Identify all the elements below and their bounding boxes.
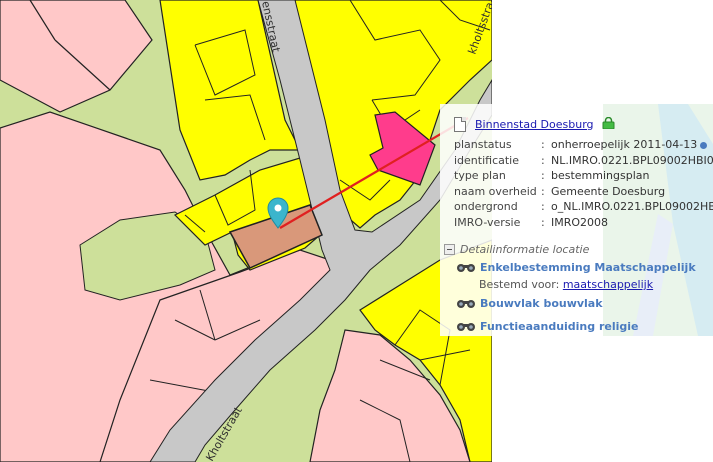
bestemd-voor-link[interactable]: maatschappelijk [563,278,653,291]
plan-title-link[interactable]: Binnenstad Doesburg [475,118,594,131]
collapse-icon[interactable] [444,244,455,255]
attr-ondergrond: ondergrond: o_NL.IMRO.0221.BPL09002HB [454,200,713,213]
binoculars-icon [457,300,475,308]
map-canvas[interactable]: ensstraat kholtsstraat Kholtstraat [0,0,492,462]
document-icon [454,116,466,132]
popup-title-row: Binnenstad Doesburg [454,116,615,132]
attr-identificatie: identificatie: NL.IMRO.0221.BPL09002HBI0- [454,153,713,167]
attr-naam-overheid: naam overheid: Gemeente Doesburg [454,184,666,198]
detail-item-enkelbestemming[interactable]: Enkelbestemming Maatschappelijk [456,261,696,274]
detail-item-bestemd-voor: Bestemd voor: maatschappelijk [479,278,654,291]
lock-icon [602,117,615,129]
info-icon[interactable] [700,141,708,149]
binoculars-icon [457,323,475,331]
binoculars-icon [457,264,475,272]
attr-imro-versie: IMRO-versie: IMRO2008 [454,215,609,229]
attr-planstatus: planstatus: onherroepelijk 2011-04-13 [454,137,713,153]
attr-type-plan: type plan: bestemmingsplan [454,169,650,182]
detail-item-functieaanduiding[interactable]: Functieaanduiding religie [456,320,639,333]
detail-item-bouwvlak[interactable]: Bouwvlak bouwvlak [456,297,603,310]
plan-attributes: planstatus: onherroepelijk 2011-04-13 ide… [454,137,713,230]
feature-info-popup: Binnenstad Doesburg planstatus: onherroep… [440,104,713,336]
detail-info-toggle[interactable]: Detailinformatie locatie [444,243,589,256]
detail-info-heading: Detailinformatie locatie [460,243,590,256]
